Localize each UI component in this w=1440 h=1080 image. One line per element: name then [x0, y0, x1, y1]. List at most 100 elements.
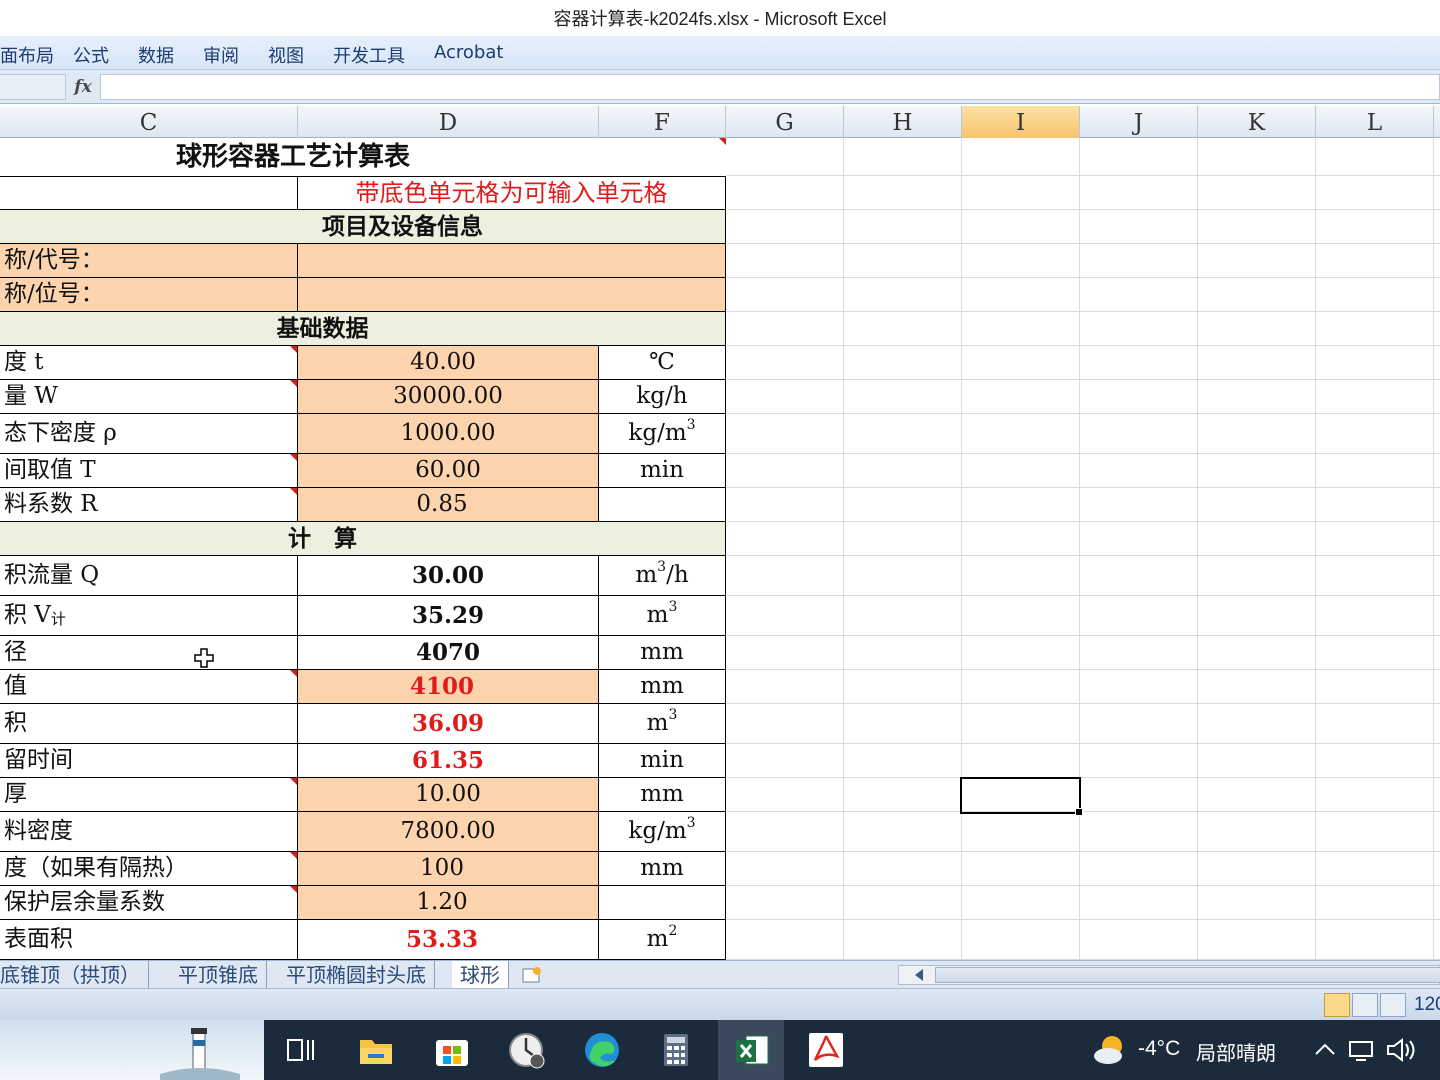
column-header-d[interactable]: D: [298, 106, 599, 138]
acrobat-icon[interactable]: [806, 1030, 846, 1070]
row-label[interactable]: 量 W: [0, 380, 298, 414]
tab-page-layout[interactable]: 面布局: [0, 42, 54, 68]
row-label[interactable]: 积 V计: [0, 596, 298, 636]
unit-cell[interactable]: min: [599, 454, 726, 488]
unit-cell[interactable]: [599, 488, 726, 522]
page-break-view-icon[interactable]: [1380, 993, 1406, 1017]
tab-view[interactable]: 视图: [268, 42, 304, 68]
row-label[interactable]: 厚: [0, 778, 298, 812]
input-value[interactable]: 100: [298, 852, 599, 886]
tab-developer[interactable]: 开发工具: [333, 42, 405, 68]
page-layout-view-icon[interactable]: [1352, 993, 1378, 1017]
equipment-tag-label[interactable]: 称/位号：: [0, 278, 298, 312]
active-cell-selection[interactable]: [960, 777, 1083, 816]
unit-cell[interactable]: kg/h: [599, 380, 726, 414]
row-label[interactable]: 度（如果有隔热）: [0, 852, 298, 886]
sheet-title[interactable]: 球形容器工艺计算表: [0, 138, 726, 176]
unit-cell[interactable]: m2: [599, 920, 726, 960]
scrollbar-thumb[interactable]: [935, 967, 1440, 983]
row-label[interactable]: 留时间: [0, 744, 298, 778]
normal-view-icon[interactable]: [1324, 993, 1350, 1017]
section-basic-data[interactable]: 基础数据: [0, 312, 726, 346]
calc-value[interactable]: 36.09: [298, 704, 599, 744]
column-header-c[interactable]: C: [0, 106, 298, 138]
weather-description[interactable]: 局部晴朗: [1196, 1037, 1276, 1066]
unit-cell[interactable]: kg/m 3: [599, 414, 726, 454]
fx-icon[interactable]: fx: [68, 74, 98, 100]
calc-value[interactable]: 4070: [298, 636, 599, 670]
equipment-tag-input[interactable]: [298, 278, 726, 312]
clock-icon[interactable]: [506, 1030, 546, 1070]
calc-value[interactable]: 61.35: [298, 744, 599, 778]
note-blank-cell[interactable]: [0, 176, 298, 210]
chevron-up-icon[interactable]: [1310, 1030, 1340, 1070]
input-value[interactable]: 1000.00: [298, 414, 599, 454]
row-label[interactable]: 积流量 Q: [0, 556, 298, 596]
column-header-j[interactable]: J: [1080, 106, 1198, 138]
sheet-tab[interactable]: 平顶锥底: [170, 961, 267, 988]
input-value[interactable]: 60.00: [298, 454, 599, 488]
tab-acrobat[interactable]: Acrobat: [434, 42, 503, 63]
scroll-left-icon[interactable]: [915, 969, 923, 981]
unit-cell[interactable]: mm: [599, 852, 726, 886]
unit-cell[interactable]: mm: [599, 670, 726, 704]
row-label[interactable]: 料密度: [0, 812, 298, 852]
column-header-i[interactable]: I: [962, 106, 1080, 138]
row-label[interactable]: 料系数 R: [0, 488, 298, 522]
section-project-info[interactable]: 项目及设备信息: [0, 210, 726, 244]
unit-cell[interactable]: mm: [599, 778, 726, 812]
row-label[interactable]: 保护层余量系数: [0, 886, 298, 920]
column-header-k[interactable]: K: [1198, 106, 1316, 138]
new-sheet-icon[interactable]: [520, 965, 546, 985]
unit-cell[interactable]: ℃: [599, 346, 726, 380]
row-label[interactable]: 表面积: [0, 920, 298, 960]
input-value[interactable]: 10.00: [298, 778, 599, 812]
row-label[interactable]: 间取值 T: [0, 454, 298, 488]
column-header-f[interactable]: F: [599, 106, 726, 138]
unit-cell[interactable]: m 3/h: [599, 556, 726, 596]
row-label[interactable]: 积: [0, 704, 298, 744]
tab-data[interactable]: 数据: [138, 42, 174, 68]
unit-cell[interactable]: mm: [599, 636, 726, 670]
section-calculation[interactable]: 计 算: [0, 522, 726, 556]
calc-value[interactable]: 35.29: [298, 596, 599, 636]
store-icon[interactable]: [432, 1030, 472, 1070]
input-note[interactable]: 带底色单元格为可输入单元格: [298, 176, 726, 210]
calculator-icon[interactable]: [656, 1030, 696, 1070]
row-label[interactable]: 度 t: [0, 346, 298, 380]
task-view-icon[interactable]: [280, 1030, 320, 1070]
unit-cell[interactable]: m3: [599, 704, 726, 744]
horizontal-scrollbar[interactable]: [898, 965, 1440, 985]
worksheet-grid[interactable]: 球形容器工艺计算表 带底色单元格为可输入单元格 项目及设备信息 称/代号： 称/…: [0, 138, 1440, 960]
row-label[interactable]: 值: [0, 670, 298, 704]
weather-temperature[interactable]: -4°C: [1138, 1037, 1180, 1061]
sheet-tab[interactable]: 底锥顶（拱顶）: [0, 961, 149, 988]
edge-icon[interactable]: [582, 1030, 622, 1070]
network-icon[interactable]: [1346, 1030, 1378, 1070]
tab-review[interactable]: 审阅: [203, 42, 239, 68]
input-value[interactable]: 0.85: [298, 488, 599, 522]
sheet-tab-active[interactable]: 球形: [452, 961, 509, 988]
unit-cell[interactable]: [599, 886, 726, 920]
volume-icon[interactable]: [1384, 1030, 1416, 1070]
input-value[interactable]: 40.00: [298, 346, 599, 380]
formula-input[interactable]: [100, 74, 1440, 100]
input-value[interactable]: 4100: [298, 670, 599, 704]
column-header-l[interactable]: L: [1316, 106, 1434, 138]
project-name-input[interactable]: [298, 244, 726, 278]
input-value[interactable]: 1.20: [298, 886, 599, 920]
row-label[interactable]: 径: [0, 636, 298, 670]
project-name-label[interactable]: 称/代号：: [0, 244, 298, 278]
input-value[interactable]: 30000.00: [298, 380, 599, 414]
row-label[interactable]: 态下密度 ρ: [0, 414, 298, 454]
zoom-level[interactable]: 120: [1414, 994, 1440, 1016]
column-header-g[interactable]: G: [726, 106, 844, 138]
column-header-h[interactable]: H: [844, 106, 962, 138]
calc-value[interactable]: 53.33: [298, 920, 599, 960]
unit-cell[interactable]: m3: [599, 596, 726, 636]
excel-icon[interactable]: [732, 1030, 772, 1070]
sheet-tab[interactable]: 平顶椭圆封头底: [278, 961, 435, 988]
name-box[interactable]: [0, 74, 66, 100]
tab-formulas[interactable]: 公式: [73, 42, 109, 68]
input-value[interactable]: 7800.00: [298, 812, 599, 852]
